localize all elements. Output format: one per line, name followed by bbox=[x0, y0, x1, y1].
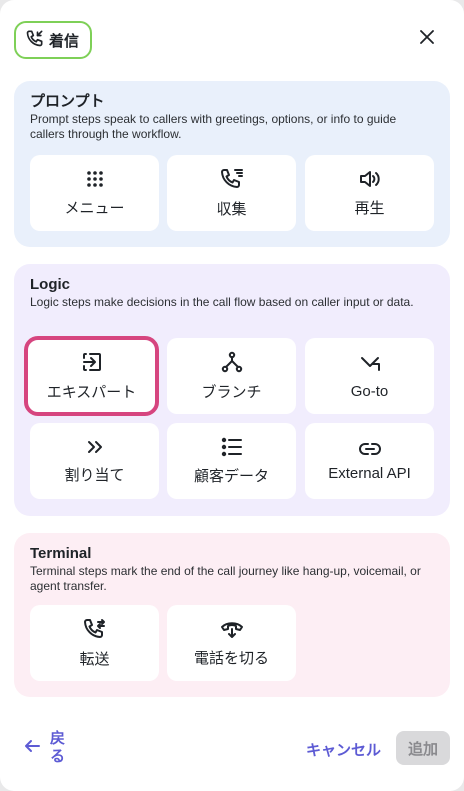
tile-label: 転送 bbox=[79, 650, 110, 668]
step-tile-branch[interactable]: ブランチ bbox=[167, 338, 296, 414]
list-icon bbox=[221, 437, 243, 457]
back-label: 戻る bbox=[50, 730, 66, 765]
link-icon bbox=[358, 441, 382, 457]
step-tile-assign[interactable]: 割り当て bbox=[30, 423, 159, 499]
step-tile-customer-data[interactable]: 顧客データ bbox=[167, 423, 296, 499]
phone-hangup-icon bbox=[220, 619, 244, 639]
tile-label: 割り当て bbox=[64, 466, 125, 484]
double-chevron-right-icon bbox=[86, 438, 104, 456]
section-description: Terminal steps mark the end of the call … bbox=[30, 564, 421, 593]
phone-incoming-icon bbox=[25, 28, 45, 53]
keypad-icon bbox=[85, 169, 105, 189]
trigger-chip[interactable]: 着信 bbox=[14, 21, 92, 59]
dialog-footer: 戻る キャンセル 追加 bbox=[0, 722, 464, 777]
back-button[interactable]: 戻る bbox=[24, 730, 66, 766]
branch-icon bbox=[221, 351, 243, 373]
phone-transfer-icon bbox=[83, 618, 107, 640]
step-tile-collect[interactable]: 収集 bbox=[167, 155, 296, 231]
arrow-left-icon bbox=[24, 739, 40, 758]
step-tile-expert[interactable]: エキスパート bbox=[24, 336, 159, 416]
tile-label: 電話を切る bbox=[193, 649, 269, 667]
add-step-dialog: 着信 プロンプト Prompt steps speak to callers w… bbox=[0, 0, 464, 791]
step-tile-play[interactable]: 再生 bbox=[305, 155, 434, 231]
logic-section: Logic Logic steps make decisions in the … bbox=[14, 264, 450, 516]
tile-label: 再生 bbox=[354, 199, 385, 217]
section-description: Logic steps make decisions in the call f… bbox=[30, 295, 414, 309]
add-button[interactable]: 追加 bbox=[396, 731, 450, 765]
close-icon bbox=[420, 29, 434, 49]
tile-label: Go-to bbox=[350, 382, 389, 400]
close-button[interactable] bbox=[416, 28, 438, 50]
arrow-jump-icon bbox=[359, 353, 381, 375]
speaker-icon bbox=[358, 169, 382, 189]
prompt-section: プロンプト Prompt steps speak to callers with… bbox=[14, 81, 450, 247]
sign-in-icon bbox=[81, 351, 103, 373]
tile-label: メニュー bbox=[64, 199, 125, 217]
step-tile-hangup[interactable]: 電話を切る bbox=[167, 605, 296, 681]
step-tile-external-api[interactable]: External API bbox=[305, 423, 434, 499]
trigger-title: 着信 bbox=[49, 32, 80, 50]
tile-label: External API bbox=[328, 464, 411, 482]
step-tile-menu[interactable]: メニュー bbox=[30, 155, 159, 231]
phone-list-icon bbox=[220, 168, 244, 190]
section-title: Terminal bbox=[30, 545, 92, 562]
tile-label: エキスパート bbox=[46, 383, 137, 401]
section-description: Prompt steps speak to callers with greet… bbox=[30, 112, 397, 141]
tile-label: ブランチ bbox=[201, 383, 262, 401]
step-tile-goto[interactable]: Go-to bbox=[305, 338, 434, 414]
tile-label: 収集 bbox=[216, 200, 247, 218]
tile-label: 顧客データ bbox=[193, 467, 269, 485]
section-title: Logic bbox=[30, 276, 70, 293]
terminal-section: Terminal Terminal steps mark the end of … bbox=[14, 533, 450, 697]
step-tile-transfer[interactable]: 転送 bbox=[30, 605, 159, 681]
section-title: プロンプト bbox=[30, 93, 105, 110]
cancel-button[interactable]: キャンセル bbox=[306, 739, 381, 760]
